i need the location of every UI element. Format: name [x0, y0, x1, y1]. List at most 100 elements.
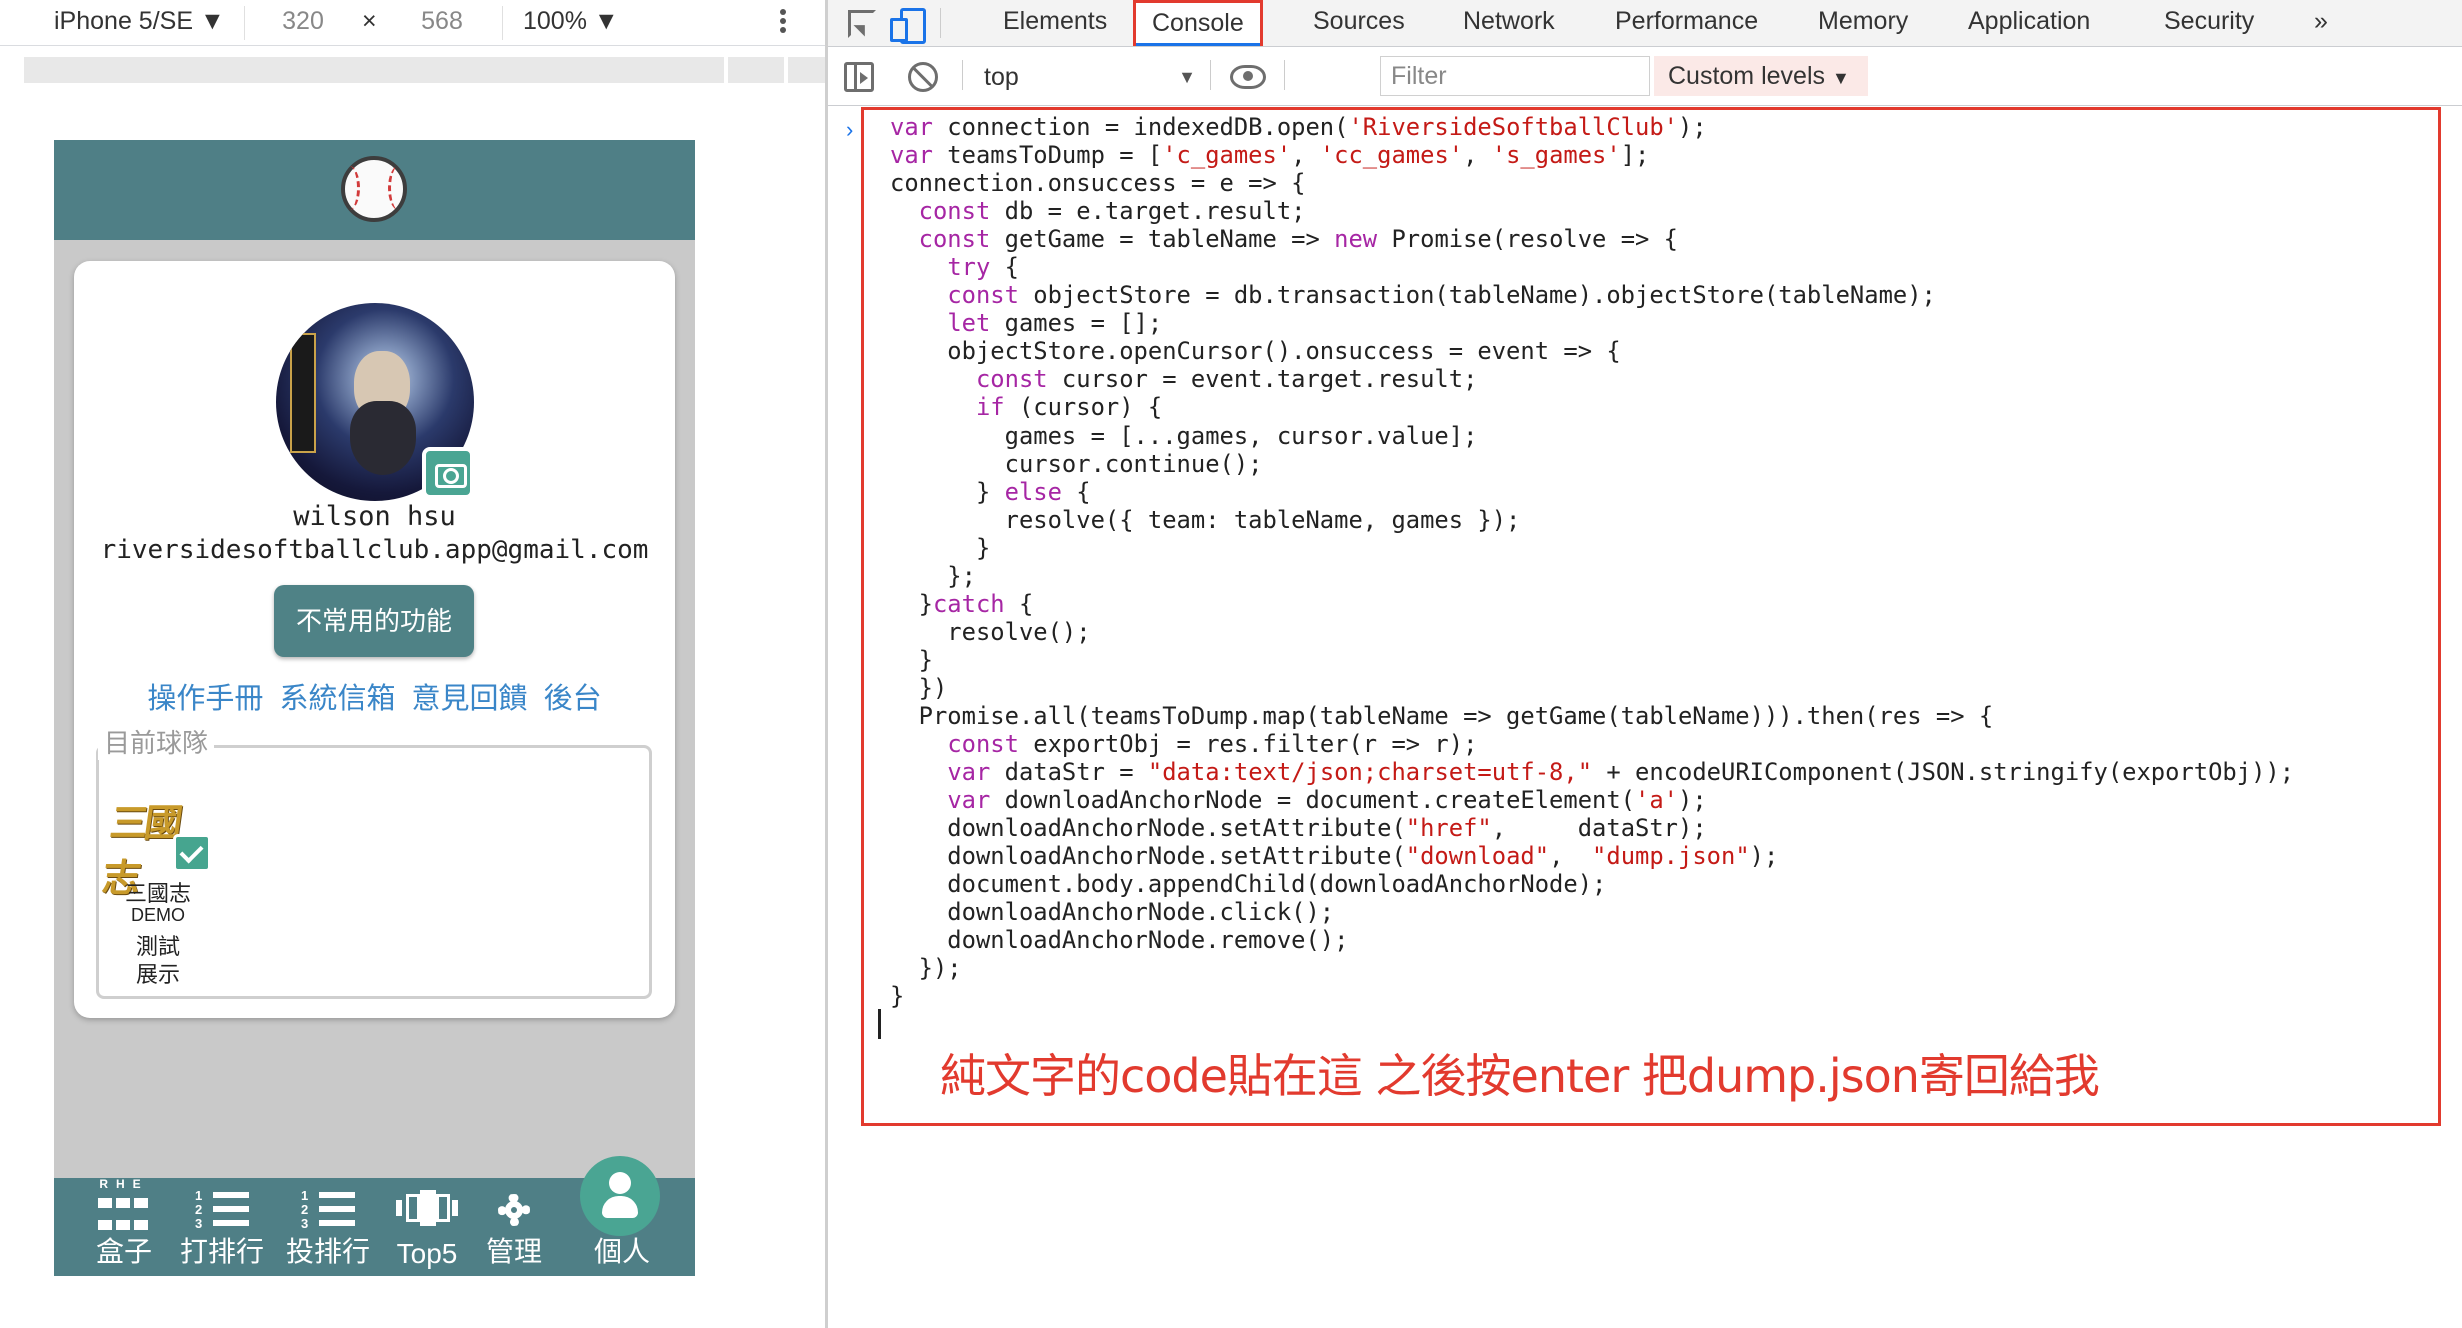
height-field[interactable]: 568 — [407, 0, 477, 46]
code-line: if (cursor) { — [975, 393, 1163, 422]
ranking-list-icon: 123 — [195, 1188, 249, 1232]
tab-network[interactable]: Network — [1463, 0, 1555, 46]
rhe-label: RHE — [99, 1177, 149, 1191]
tab-performance[interactable]: Performance — [1615, 0, 1758, 46]
checkmark-icon — [173, 834, 211, 872]
divider — [962, 60, 963, 90]
more-tabs-icon[interactable]: » — [2314, 0, 2328, 46]
tab-sources[interactable]: Sources — [1313, 0, 1405, 46]
code-line: var teamsToDump = ['c_games', 'cc_games'… — [890, 141, 1650, 170]
nav-box[interactable]: RHE 盒子 — [84, 1177, 164, 1276]
filter-input[interactable] — [1380, 56, 1650, 96]
more-options-icon[interactable] — [775, 6, 791, 40]
dropdown-caret-icon: ▼ — [199, 7, 225, 35]
media-query-range[interactable] — [24, 57, 724, 83]
code-line: downloadAnchorNode.remove(); — [890, 926, 1349, 955]
link-mailbox[interactable]: 系統信箱 — [279, 683, 395, 715]
nav-top5[interactable]: Top5 — [386, 1178, 468, 1276]
live-expression-eye-icon[interactable] — [1230, 65, 1266, 89]
clear-console-icon[interactable] — [908, 62, 938, 92]
link-feedback[interactable]: 意見回饋 — [412, 683, 528, 715]
code-line: }; — [890, 561, 976, 590]
user-name: wilson hsu — [293, 501, 456, 532]
link-manual[interactable]: 操作手冊 — [147, 683, 263, 715]
zoom-value: 100% — [523, 7, 587, 35]
link-admin[interactable]: 後台 — [544, 683, 602, 715]
nav-label: 管理 — [485, 1236, 542, 1267]
camera-icon[interactable] — [422, 447, 474, 499]
tab-application[interactable]: Application — [1968, 0, 2090, 46]
code-line: Promise.all(teamsToDump.map(tableName =>… — [890, 701, 1994, 730]
current-team-box: 三國志 三國志 DEMO 測試 展示 — [96, 745, 652, 999]
code-line: objectStore.openCursor().onsuccess = eve… — [890, 337, 1621, 366]
nav-label: 盒子 — [95, 1236, 152, 1267]
nav-label: 打排行 — [179, 1236, 264, 1267]
tab-elements[interactable]: Elements — [1003, 0, 1107, 46]
log-levels-select[interactable]: Custom levels ▼ — [1654, 56, 1868, 96]
devtools-panel: Elements Console Sources Network Perform… — [828, 0, 2462, 1328]
code-line: const exportObj = res.filter(r => r); — [947, 730, 1478, 759]
media-query-range[interactable] — [788, 57, 825, 83]
console-output[interactable]: › var connection = indexedDB.open('River… — [828, 107, 2462, 1328]
devtools-tabbar: Elements Console Sources Network Perform… — [828, 0, 2462, 47]
text-cursor — [878, 1009, 881, 1039]
code-line: }catch { — [890, 589, 1034, 618]
divider — [1210, 60, 1211, 90]
device-name: iPhone 5/SE — [54, 7, 193, 35]
tab-console[interactable]: Console — [1133, 0, 1263, 46]
code-line: const getGame = tableName => new Promise… — [918, 225, 1679, 254]
baseball-logo-icon[interactable] — [341, 156, 407, 222]
code-line: }); — [890, 954, 962, 983]
device-toolbar-icon[interactable] — [888, 6, 926, 44]
context-select[interactable]: top ▼ — [984, 58, 1196, 96]
divider — [502, 6, 503, 40]
code-line: } — [890, 533, 991, 562]
nav-batting-rank[interactable]: 123 打排行 — [172, 1178, 272, 1276]
code-editor[interactable]: var connection = indexedDB.open('Riversi… — [890, 113, 2294, 1011]
device-select[interactable]: iPhone 5/SE ▼ — [54, 0, 225, 46]
zoom-select[interactable]: 100% ▼ — [523, 0, 619, 46]
rare-features-button[interactable]: 不常用的功能 — [274, 585, 474, 657]
dropdown-caret-icon: ▼ — [593, 7, 619, 35]
nav-profile[interactable]: 個人 — [566, 1156, 678, 1276]
log-levels-label: Custom levels — [1668, 62, 1825, 90]
nav-label: 投排行 — [285, 1236, 370, 1267]
code-line: downloadAnchorNode.setAttribute("downloa… — [890, 842, 1779, 871]
code-line: const objectStore = db.transaction(table… — [947, 281, 1936, 310]
media-query-range[interactable] — [728, 57, 784, 83]
profile-card: wilson hsu riversidesoftballclub.app@gma… — [74, 261, 675, 1018]
code-line: const db = e.target.result; — [918, 197, 1306, 226]
show-sidebar-icon[interactable] — [844, 62, 874, 92]
dropdown-caret-icon: ▼ — [1831, 68, 1850, 88]
avatar-beard — [350, 401, 416, 475]
tab-security[interactable]: Security — [2164, 0, 2254, 46]
width-field[interactable]: 320 — [268, 0, 338, 46]
current-team-legend: 目前球隊 — [98, 723, 215, 760]
code-line: document.body.appendChild(downloadAnchor… — [890, 870, 1607, 899]
bottom-nav: RHE 盒子 123 打排行 123 投排行 Top5 管理 個人 — [54, 1156, 695, 1276]
user-email: riversidesoftballclub.app@gmail.com — [100, 535, 649, 565]
code-line: var connection = indexedDB.open('Riversi… — [890, 113, 1707, 141]
app-header — [54, 140, 695, 240]
code-line: const cursor = event.target.result; — [975, 365, 1478, 394]
tab-memory[interactable]: Memory — [1818, 0, 1908, 46]
divider — [244, 6, 245, 40]
divider — [940, 8, 941, 38]
device-toolbar: iPhone 5/SE ▼ 320 × 568 100% ▼ — [0, 0, 825, 46]
nav-pitching-rank[interactable]: 123 投排行 — [276, 1178, 380, 1276]
code-line: }) — [890, 673, 948, 702]
dropdown-caret-icon: ▼ — [1178, 67, 1196, 87]
code-line: resolve(); — [890, 617, 1091, 646]
code-line: var dataStr = "data:text/json;charset=ut… — [947, 758, 2295, 787]
quick-links: 操作手冊 系統信箱 意見回饋 後台 — [74, 675, 675, 717]
nav-label: 個人 — [593, 1236, 650, 1267]
inspect-element-icon[interactable] — [844, 6, 878, 40]
code-line: resolve({ team: tableName, games }); — [890, 505, 1521, 534]
nav-manage[interactable]: 管理 — [474, 1178, 554, 1276]
person-icon — [580, 1156, 660, 1236]
code-line: cursor.continue(); — [890, 449, 1263, 478]
code-line: downloadAnchorNode.click(); — [890, 898, 1335, 927]
console-input[interactable]: var connection = indexedDB.open('Riversi… — [860, 107, 2462, 1127]
media-query-bar[interactable] — [0, 47, 825, 93]
annotation-text: 純文字的code貼在這 之後按enter 把dump.json寄回給我 — [940, 1049, 2100, 1103]
